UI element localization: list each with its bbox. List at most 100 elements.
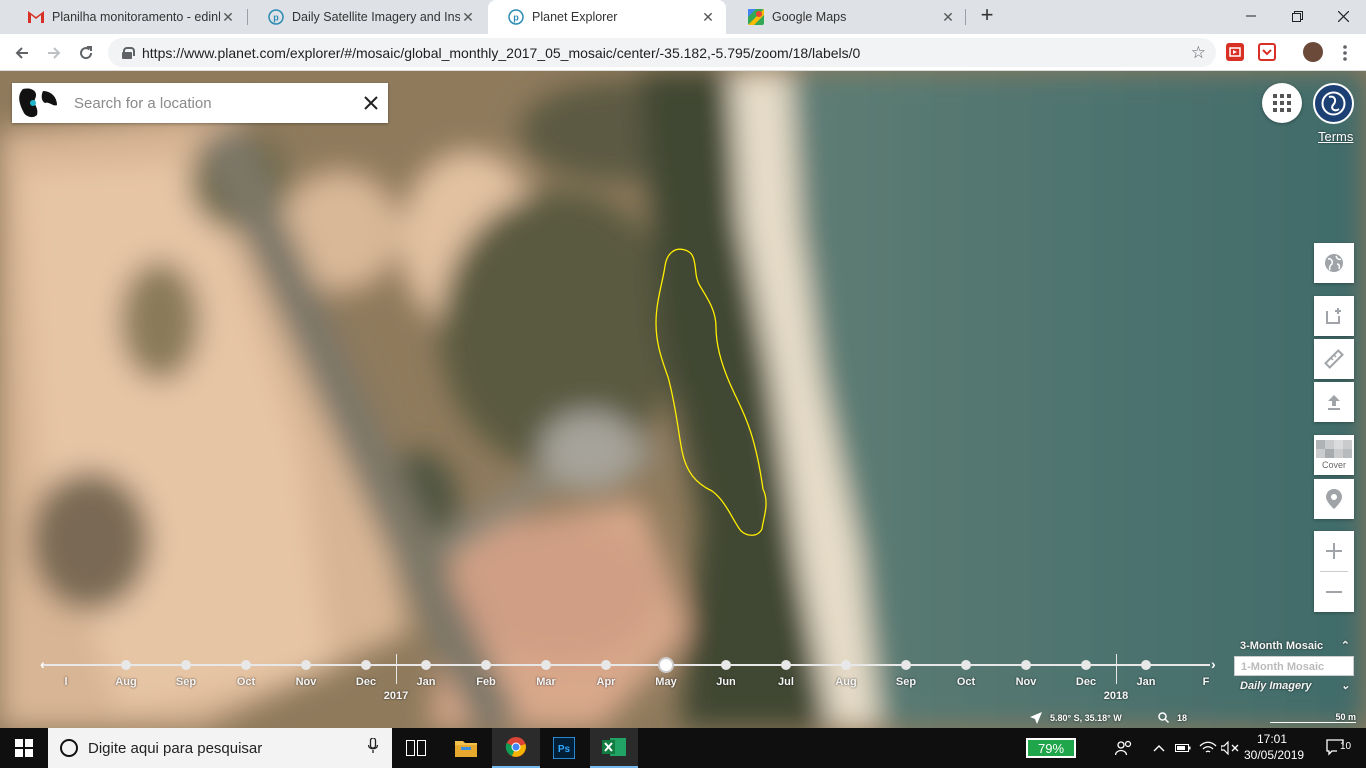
timeline-month-label[interactable]: Oct xyxy=(957,676,975,688)
timeline-prev-arrow[interactable]: ‹ xyxy=(40,656,45,672)
timeline-month-label[interactable]: Oct xyxy=(237,676,255,688)
one-month-mosaic-option[interactable]: 1-Month Mosaic xyxy=(1234,656,1354,676)
timeline-month-label[interactable]: Jul xyxy=(778,676,794,688)
timeline-month-label[interactable]: May xyxy=(655,676,676,688)
clear-search-icon[interactable] xyxy=(354,83,388,123)
close-window-button[interactable] xyxy=(1320,0,1366,32)
back-button[interactable] xyxy=(9,40,35,66)
timeline-dot[interactable] xyxy=(481,660,491,670)
bookmark-star-icon[interactable]: ☆ xyxy=(1191,43,1206,63)
timeline-dot[interactable] xyxy=(181,660,191,670)
timeline-month-label[interactable]: Nov xyxy=(1016,676,1037,688)
zoom-level-text: 18 xyxy=(1177,712,1188,723)
timeline-dot[interactable] xyxy=(361,660,371,670)
satellite-map[interactable]: Terms Cover ‹ › lAugSepOctNovDe xyxy=(0,71,1366,728)
photoshop-button[interactable]: Ps xyxy=(540,728,588,768)
address-bar[interactable]: https://www.planet.com/explorer/#/mosaic… xyxy=(108,38,1216,67)
new-tab-button[interactable]: + xyxy=(976,4,998,27)
extension-icon[interactable] xyxy=(1226,43,1244,61)
task-view-button[interactable] xyxy=(392,728,440,768)
tab-close-icon[interactable]: ✕ xyxy=(700,9,716,25)
action-center-button[interactable]: 10 xyxy=(1318,728,1358,768)
chevron-up-tray-icon[interactable] xyxy=(1150,728,1168,768)
taskbar-search[interactable]: Digite aqui para pesquisar xyxy=(48,728,392,768)
excel-button[interactable] xyxy=(590,728,638,768)
apps-grid-button[interactable] xyxy=(1262,83,1302,123)
timeline-month-label[interactable]: Sep xyxy=(176,676,196,688)
timeline-month-label[interactable]: Jan xyxy=(1137,676,1156,688)
timeline-dot[interactable] xyxy=(241,660,251,670)
tab-title: Planet Explorer xyxy=(532,10,618,24)
volume-muted-icon[interactable] xyxy=(1220,728,1240,768)
tab-close-icon[interactable]: ✕ xyxy=(940,9,956,25)
timeline-month-label[interactable]: Aug xyxy=(835,676,856,688)
menu-button[interactable] xyxy=(1332,40,1358,66)
terms-link[interactable]: Terms xyxy=(1318,129,1353,144)
timeline-month-label[interactable]: Dec xyxy=(356,676,376,688)
microphone-icon[interactable] xyxy=(367,736,379,759)
timeline-month-label[interactable]: Aug xyxy=(115,676,136,688)
user-avatar[interactable] xyxy=(1313,83,1354,124)
upload-button[interactable] xyxy=(1314,382,1354,422)
timeline-month-label[interactable]: Nov xyxy=(296,676,317,688)
reload-button[interactable] xyxy=(73,40,99,66)
timeline-month-label[interactable]: F xyxy=(1203,676,1210,688)
timeline-month-label[interactable]: l xyxy=(64,676,67,688)
pocket-extension-icon[interactable] xyxy=(1258,43,1276,61)
start-button[interactable] xyxy=(0,728,48,768)
timeline-month-label[interactable]: Apr xyxy=(597,676,616,688)
chrome-taskbar-button[interactable] xyxy=(492,728,540,768)
tab-close-icon[interactable]: ✕ xyxy=(220,9,236,25)
zoom-out-button[interactable] xyxy=(1314,572,1354,612)
timeline-dot[interactable] xyxy=(721,660,731,670)
timeline-month-label[interactable]: Mar xyxy=(536,676,556,688)
search-input[interactable] xyxy=(62,84,354,122)
measure-button[interactable] xyxy=(1314,339,1354,379)
system-clock[interactable]: 17:01 30/05/2019 xyxy=(1244,731,1304,763)
timeline-dot[interactable] xyxy=(121,660,131,670)
draw-aoi-button[interactable] xyxy=(1314,296,1354,336)
timeline-dot[interactable] xyxy=(841,660,851,670)
timeline-month-label[interactable]: Dec xyxy=(1076,676,1096,688)
battery-indicator[interactable]: 79% xyxy=(1026,738,1076,758)
minimize-button[interactable] xyxy=(1228,0,1274,32)
basemap-button[interactable] xyxy=(1314,243,1354,283)
timeline-month-label[interactable]: Jan xyxy=(417,676,436,688)
timeline-dot[interactable] xyxy=(901,660,911,670)
tab-daily-satellite[interactable]: p Daily Satellite Imagery and Insigh ✕ xyxy=(248,0,486,34)
timeline-dot[interactable] xyxy=(961,660,971,670)
timeline-dot[interactable] xyxy=(1141,660,1151,670)
three-month-mosaic-option[interactable]: 3-Month Mosaic ⌃ xyxy=(1234,636,1354,656)
timeline-dot[interactable] xyxy=(421,660,431,670)
planet-icon: p xyxy=(268,9,284,25)
chevron-down-icon: ⌄ xyxy=(1340,680,1350,692)
place-marker-button[interactable] xyxy=(1314,479,1354,519)
timeline-dot[interactable] xyxy=(541,660,551,670)
daily-imagery-option[interactable]: Daily Imagery ⌄ xyxy=(1234,676,1354,696)
tab-google-maps[interactable]: Google Maps ✕ xyxy=(728,0,966,34)
timeline-dot[interactable] xyxy=(1081,660,1091,670)
tab-planet-explorer[interactable]: p Planet Explorer ✕ xyxy=(488,0,726,34)
battery-tray-icon[interactable] xyxy=(1174,728,1192,768)
timeline-next-arrow[interactable]: › xyxy=(1211,656,1216,672)
planet-globe-logo[interactable] xyxy=(12,83,62,123)
timeline-dot[interactable] xyxy=(301,660,311,670)
timeline-month-label[interactable]: Jun xyxy=(716,676,736,688)
tab-gmail[interactable]: Planilha monitoramento - edinhc ✕ xyxy=(8,0,246,34)
tab-close-icon[interactable]: ✕ xyxy=(460,9,476,25)
cover-button[interactable]: Cover xyxy=(1314,435,1354,475)
restore-button[interactable] xyxy=(1274,0,1320,32)
people-icon[interactable] xyxy=(1112,728,1136,768)
zoom-in-button[interactable] xyxy=(1314,531,1354,571)
profile-avatar[interactable] xyxy=(1303,42,1323,62)
wifi-icon[interactable] xyxy=(1198,728,1218,768)
timeline-dot[interactable] xyxy=(1021,660,1031,670)
timeline-selected-dot[interactable] xyxy=(658,657,674,673)
timeline-dot[interactable] xyxy=(781,660,791,670)
forward-button[interactable] xyxy=(41,40,67,66)
timeline-month-label[interactable]: Feb xyxy=(476,676,496,688)
timeline-dot[interactable] xyxy=(601,660,611,670)
timeline-month-label[interactable]: Sep xyxy=(896,676,916,688)
chevron-up-icon: ⌃ xyxy=(1340,640,1350,652)
file-explorer-button[interactable] xyxy=(442,728,490,768)
